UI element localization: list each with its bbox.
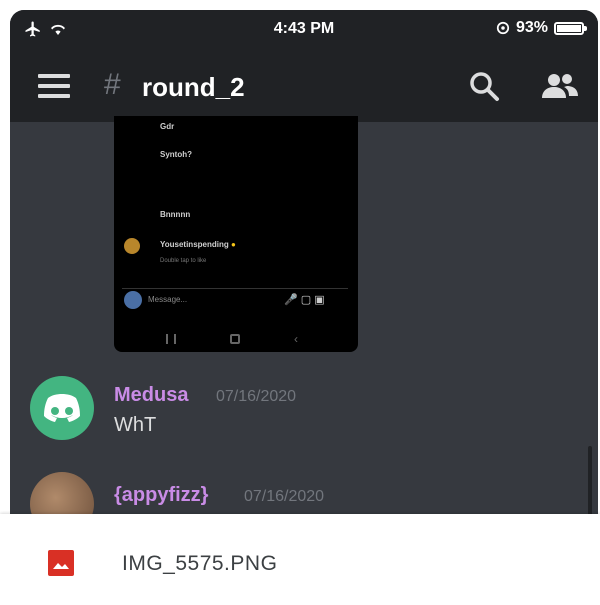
attached-image[interactable]: Gdr Syntoh? 😂😂 Bnnnnn Yousetinspending ●… xyxy=(114,116,358,352)
embed-row: Gdr xyxy=(160,122,175,131)
message-text: WhT xyxy=(114,414,157,436)
timestamp: 07/16/2020 xyxy=(216,388,297,405)
username[interactable]: {appyfizz} xyxy=(114,484,208,507)
search-icon[interactable] xyxy=(468,70,500,102)
username[interactable]: Medusa xyxy=(114,384,188,407)
embed-row: Bnnnnn xyxy=(160,210,191,219)
battery-icon xyxy=(554,21,587,35)
file-name[interactable]: IMG_5575.PNG xyxy=(122,552,277,576)
channel-name[interactable]: round_2 xyxy=(142,72,245,103)
embed-row: Double tap to like xyxy=(160,258,207,264)
discord-logo-icon xyxy=(44,394,80,422)
channel-hash-icon: # xyxy=(104,68,121,101)
embed-emoji: 😂😂 xyxy=(150,172,193,192)
image-file-icon xyxy=(48,550,74,576)
embed-row: Yousetinspending ● xyxy=(160,240,236,249)
embed-navbar: ‹ xyxy=(114,326,358,352)
message: Medusa 07/16/2020 WhT xyxy=(10,370,598,450)
embed-row: Syntoh? xyxy=(160,150,192,159)
status-right: 93% xyxy=(496,19,587,37)
embed-message-bar: Message... 🎤 ▢ ▣ xyxy=(122,288,348,310)
scrollbar[interactable] xyxy=(588,446,592,516)
location-icon xyxy=(496,21,510,35)
embed-avatar xyxy=(124,238,140,254)
timestamp: 07/16/2020 xyxy=(244,488,325,505)
battery-percent: 93% xyxy=(515,19,548,36)
file-bottom-sheet: IMG_5575.PNG xyxy=(0,514,600,605)
members-icon[interactable] xyxy=(540,70,580,102)
avatar[interactable] xyxy=(30,376,94,440)
status-bar: 4:43 PM 93% xyxy=(10,10,598,50)
hamburger-menu-icon[interactable] xyxy=(38,74,70,98)
channel-header: # round_2 xyxy=(10,50,598,122)
